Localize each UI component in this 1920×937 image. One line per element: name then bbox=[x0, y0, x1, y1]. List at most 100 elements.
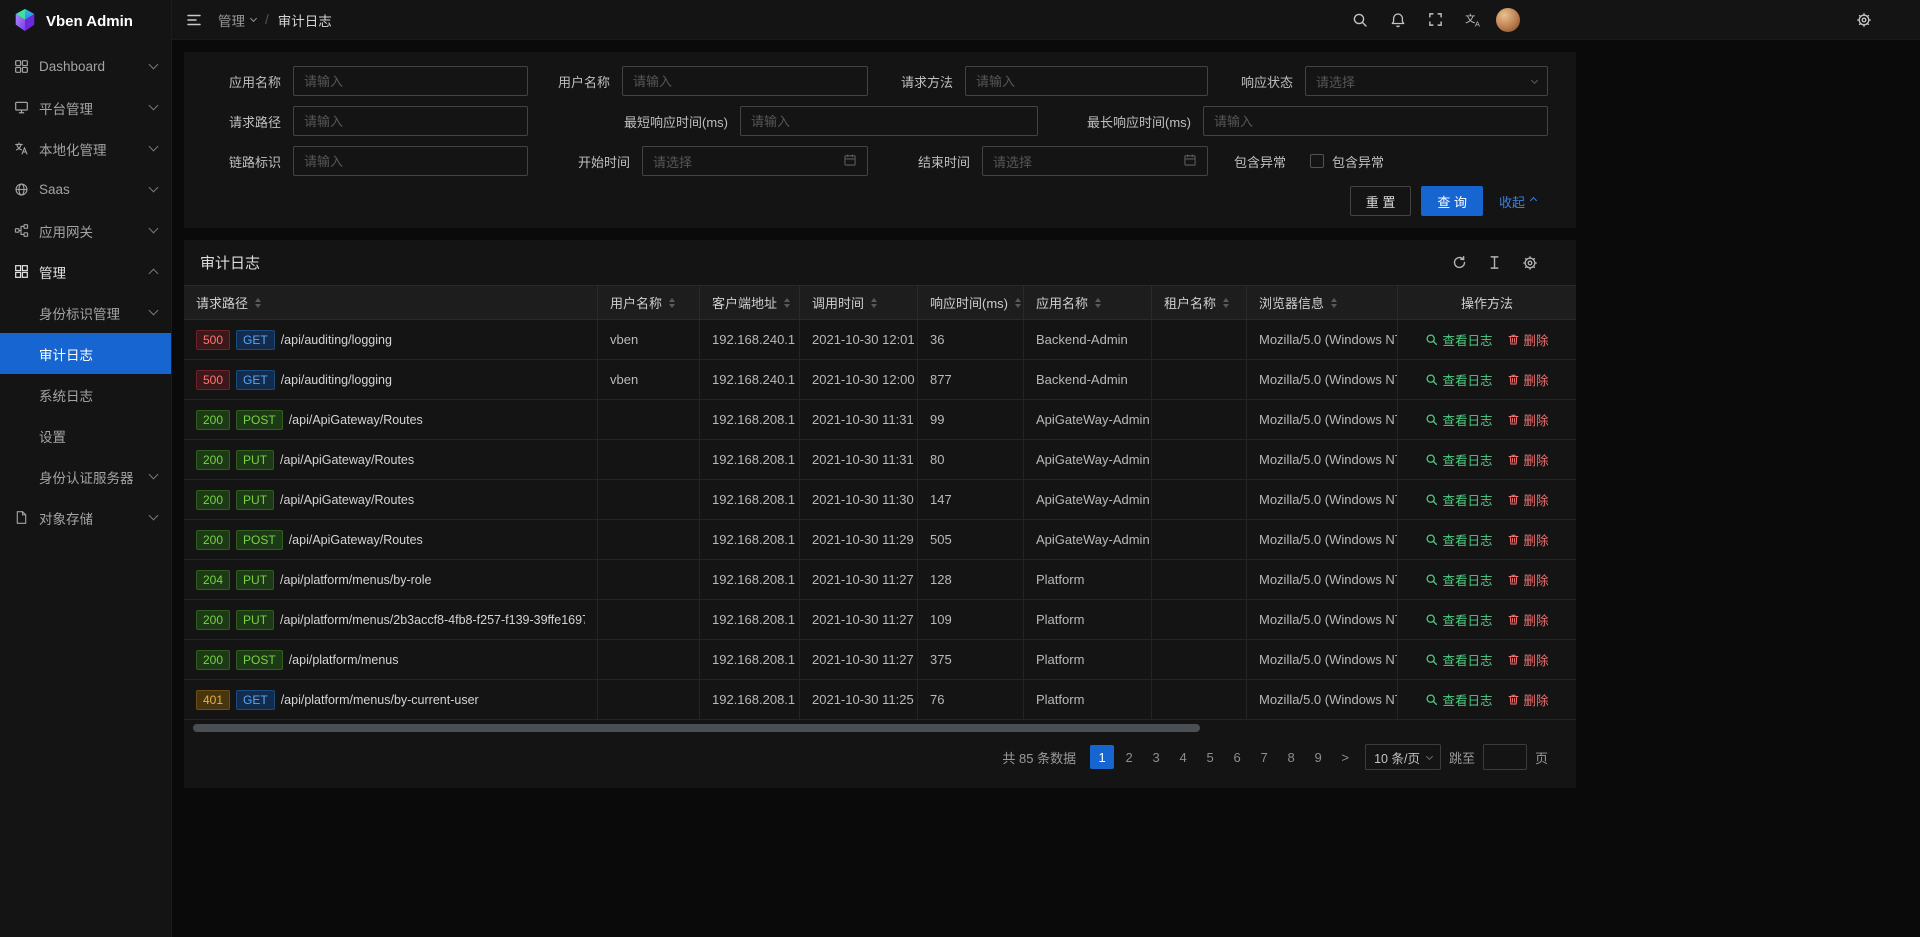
column-height-icon[interactable] bbox=[1487, 255, 1502, 270]
request-path-input[interactable] bbox=[293, 106, 528, 136]
app-logo[interactable]: Vben Admin bbox=[0, 0, 171, 42]
max-response-time-input[interactable] bbox=[1203, 106, 1548, 136]
sidebar-item-settings[interactable]: 设置 bbox=[0, 415, 171, 456]
column-label: 客户端地址 bbox=[712, 293, 777, 312]
sort-icon[interactable] bbox=[871, 298, 877, 308]
translate-icon[interactable]: 文A bbox=[1465, 12, 1482, 27]
delete-button[interactable]: 删除 bbox=[1507, 530, 1549, 549]
page-button-7[interactable]: 7 bbox=[1252, 745, 1276, 769]
jump-page-input[interactable] bbox=[1483, 744, 1527, 770]
page-button-3[interactable]: 3 bbox=[1144, 745, 1168, 769]
sidebar-item-platform-management[interactable]: 平台管理 bbox=[0, 87, 171, 128]
column-header-user[interactable]: 用户名称 bbox=[598, 286, 700, 319]
delete-button[interactable]: 删除 bbox=[1507, 610, 1549, 629]
search-icon[interactable] bbox=[1352, 12, 1368, 28]
page-button-5[interactable]: 5 bbox=[1198, 745, 1222, 769]
page-button-2[interactable]: 2 bbox=[1117, 745, 1141, 769]
view-log-button[interactable]: 查看日志 bbox=[1425, 530, 1492, 549]
column-header-path[interactable]: 请求路径 bbox=[184, 286, 598, 319]
view-log-button[interactable]: 查看日志 bbox=[1425, 490, 1492, 509]
sidebar-item-saas[interactable]: Saas bbox=[0, 169, 171, 210]
sidebar-item-localization-management[interactable]: 本地化管理 bbox=[0, 128, 171, 169]
delete-button[interactable]: 删除 bbox=[1507, 370, 1549, 389]
sort-icon[interactable] bbox=[1331, 298, 1337, 308]
app-name-input[interactable] bbox=[293, 66, 528, 96]
page-button-9[interactable]: 9 bbox=[1306, 745, 1330, 769]
breadcrumb-root[interactable]: 管理 bbox=[218, 10, 256, 30]
delete-button[interactable]: 删除 bbox=[1507, 570, 1549, 589]
column-header-ms[interactable]: 响应时间(ms) bbox=[918, 286, 1024, 319]
view-log-button[interactable]: 查看日志 bbox=[1425, 690, 1492, 709]
min-response-time-input[interactable] bbox=[740, 106, 1038, 136]
sidebar-item-management[interactable]: 管理 bbox=[0, 251, 171, 292]
sort-icon[interactable] bbox=[669, 298, 675, 308]
method-badge: PUT bbox=[236, 610, 274, 630]
response-status-select[interactable]: 请选择 bbox=[1305, 66, 1548, 96]
bell-icon[interactable] bbox=[1390, 12, 1406, 28]
cell-operations: 查看日志删除 bbox=[1398, 640, 1576, 679]
sort-icon[interactable] bbox=[1015, 298, 1021, 308]
sort-icon[interactable] bbox=[1095, 298, 1101, 308]
horizontal-scrollbar[interactable] bbox=[190, 724, 1570, 732]
include-exception-checkbox[interactable] bbox=[1310, 154, 1324, 168]
column-header-ip[interactable]: 客户端地址 bbox=[700, 286, 800, 319]
sidebar-item-label: 本地化管理 bbox=[39, 139, 150, 159]
cell-browser-info: Mozilla/5.0 (Windows NT 10.0; Win bbox=[1247, 520, 1398, 559]
sort-icon[interactable] bbox=[1223, 298, 1229, 308]
breadcrumb-separator: / bbox=[265, 12, 269, 27]
refresh-icon[interactable] bbox=[1452, 255, 1467, 270]
sort-icon[interactable] bbox=[255, 298, 261, 308]
sort-icon[interactable] bbox=[784, 298, 790, 308]
page-button-8[interactable]: 8 bbox=[1279, 745, 1303, 769]
end-time-picker[interactable]: 请选择 bbox=[982, 146, 1208, 176]
delete-button[interactable]: 删除 bbox=[1507, 410, 1549, 429]
delete-button[interactable]: 删除 bbox=[1507, 690, 1549, 709]
sidebar-item-audit-log[interactable]: 审计日志 bbox=[0, 333, 171, 374]
view-log-button[interactable]: 查看日志 bbox=[1425, 610, 1492, 629]
column-header-app[interactable]: 应用名称 bbox=[1024, 286, 1152, 319]
settings-button[interactable] bbox=[1856, 12, 1872, 28]
view-log-button[interactable]: 查看日志 bbox=[1425, 370, 1492, 389]
sidebar-item-system-log[interactable]: 系统日志 bbox=[0, 374, 171, 415]
gear-icon[interactable] bbox=[1522, 255, 1538, 271]
status-badge: 200 bbox=[196, 490, 230, 510]
sidebar-item-dashboard[interactable]: Dashboard bbox=[0, 46, 171, 87]
cell-tenant-name bbox=[1152, 640, 1247, 679]
fullscreen-icon[interactable] bbox=[1428, 12, 1443, 27]
request-method-input[interactable] bbox=[965, 66, 1208, 96]
view-log-label: 查看日志 bbox=[1442, 690, 1492, 709]
collapse-button[interactable]: 收起 bbox=[1499, 192, 1536, 211]
column-header-tenant[interactable]: 租户名称 bbox=[1152, 286, 1247, 319]
view-log-button[interactable]: 查看日志 bbox=[1425, 410, 1492, 429]
column-header-browser[interactable]: 浏览器信息 bbox=[1247, 286, 1398, 319]
delete-button[interactable]: 删除 bbox=[1507, 490, 1549, 509]
sidebar-item-auth-server[interactable]: 身份认证服务器 bbox=[0, 456, 171, 497]
view-log-button[interactable]: 查看日志 bbox=[1425, 330, 1492, 349]
search-button[interactable]: 查 询 bbox=[1421, 186, 1483, 216]
scrollbar-thumb[interactable] bbox=[193, 724, 1200, 732]
user-name-input[interactable] bbox=[622, 66, 868, 96]
delete-button[interactable]: 删除 bbox=[1507, 450, 1549, 469]
page-button-1[interactable]: 1 bbox=[1090, 745, 1114, 769]
trash-icon bbox=[1507, 653, 1520, 666]
reset-button[interactable]: 重 置 bbox=[1350, 186, 1412, 216]
delete-button[interactable]: 删除 bbox=[1507, 650, 1549, 669]
delete-button[interactable]: 删除 bbox=[1507, 330, 1549, 349]
delete-label: 删除 bbox=[1524, 410, 1549, 429]
trace-id-input[interactable] bbox=[293, 146, 528, 176]
view-log-button[interactable]: 查看日志 bbox=[1425, 450, 1492, 469]
page-button-4[interactable]: 4 bbox=[1171, 745, 1195, 769]
column-header-time[interactable]: 调用时间 bbox=[800, 286, 918, 319]
sidebar-item-object-storage[interactable]: 对象存储 bbox=[0, 497, 171, 538]
next-page-button[interactable]: > bbox=[1333, 745, 1357, 769]
sidebar-item-app-gateway[interactable]: 应用网关 bbox=[0, 210, 171, 251]
page-size-select[interactable]: 10 条/页 bbox=[1365, 744, 1441, 770]
cell-response-time: 76 bbox=[918, 680, 1024, 719]
menu-fold-icon[interactable] bbox=[186, 12, 202, 28]
view-log-button[interactable]: 查看日志 bbox=[1425, 650, 1492, 669]
page-button-6[interactable]: 6 bbox=[1225, 745, 1249, 769]
sidebar-item-identity-management[interactable]: 身份标识管理 bbox=[0, 292, 171, 333]
user-avatar[interactable] bbox=[1496, 8, 1520, 32]
start-time-picker[interactable]: 请选择 bbox=[642, 146, 868, 176]
view-log-button[interactable]: 查看日志 bbox=[1425, 570, 1492, 589]
